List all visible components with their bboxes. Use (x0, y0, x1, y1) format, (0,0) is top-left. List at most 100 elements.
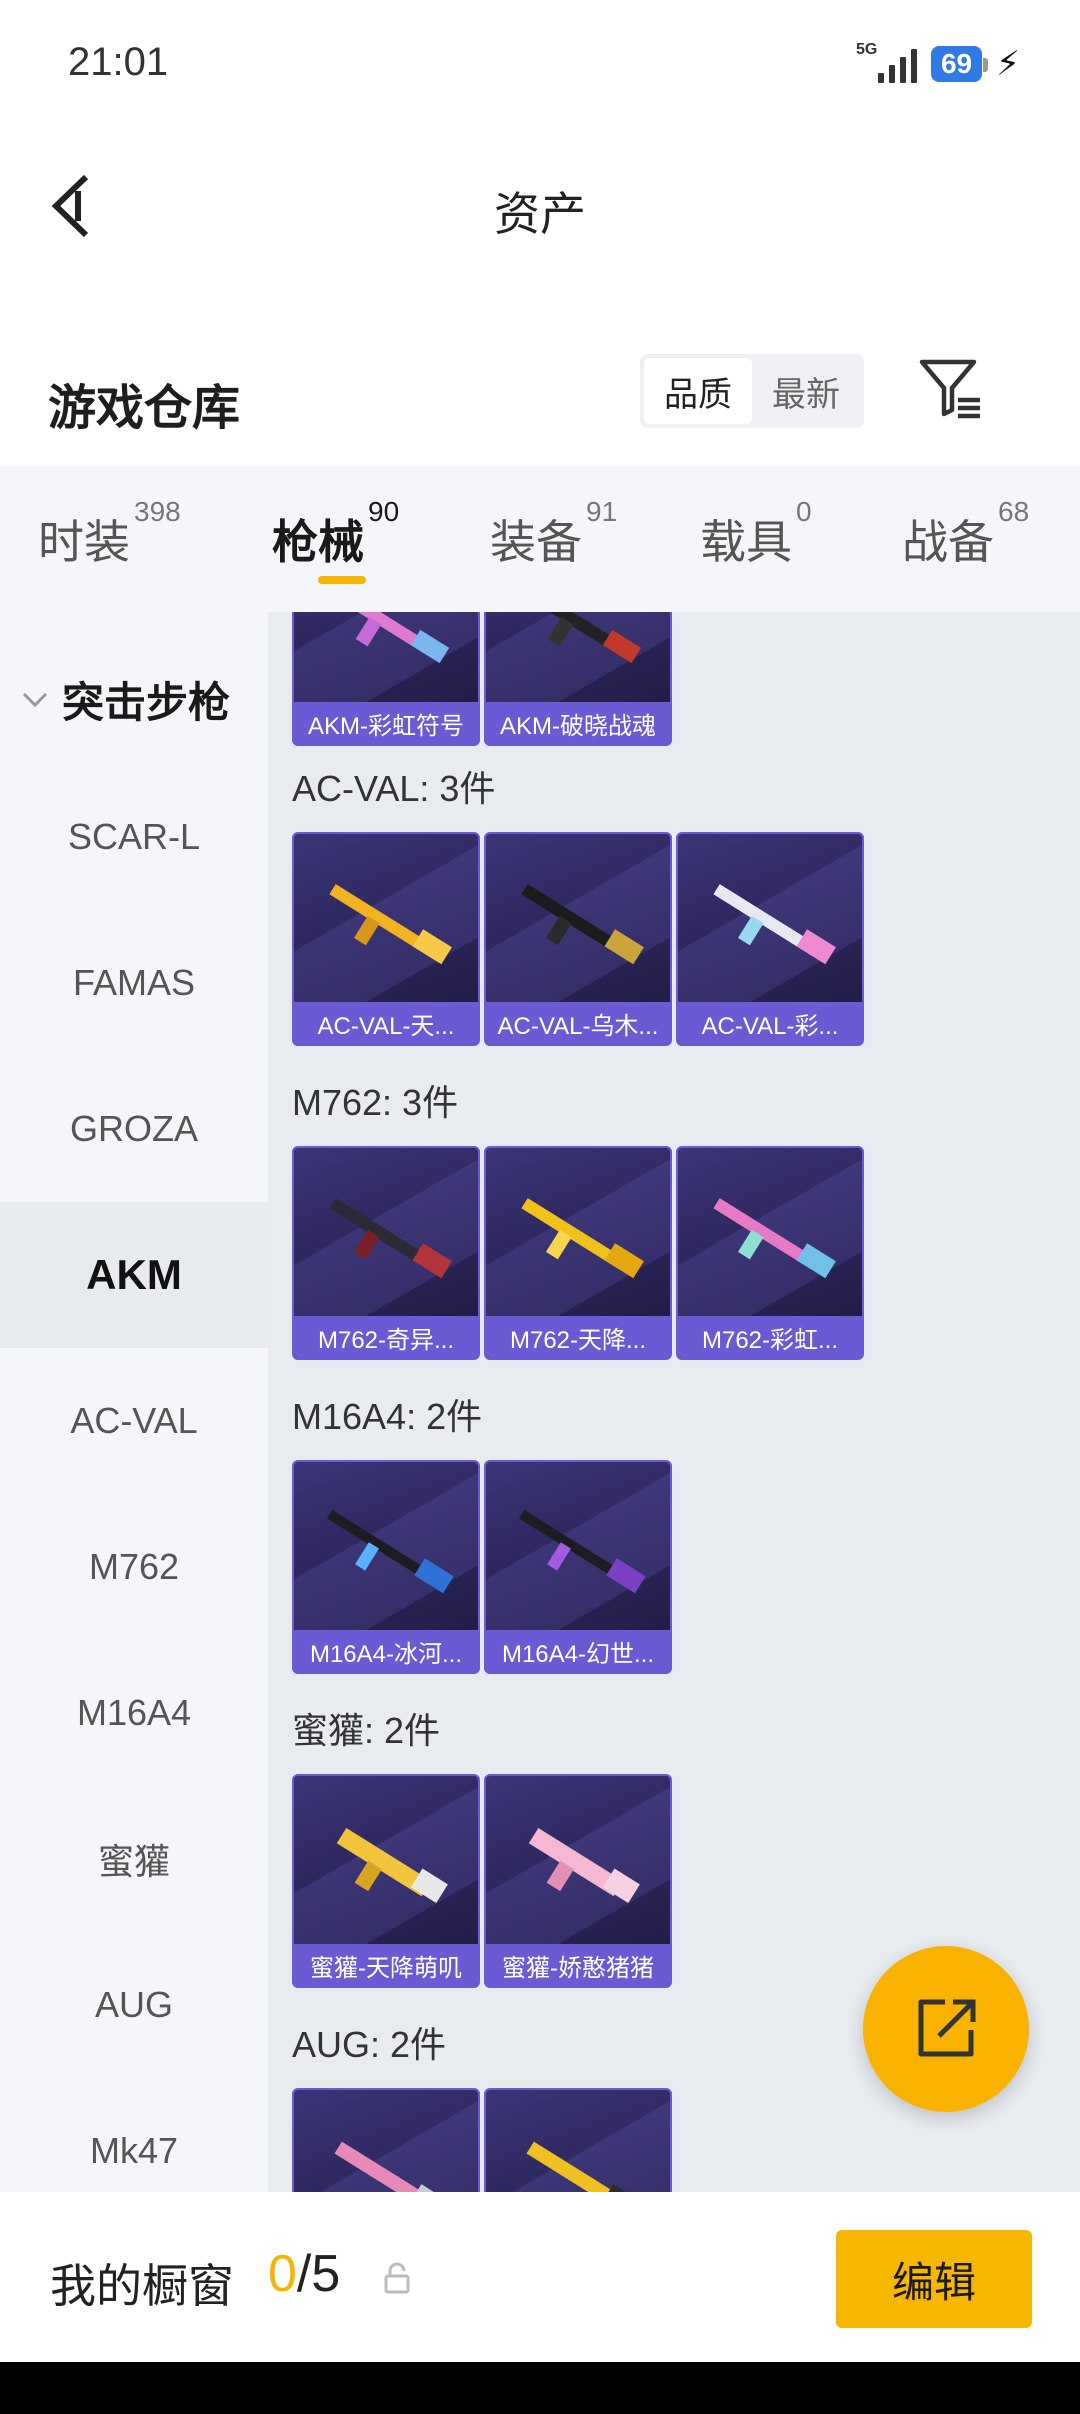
weapon-card-label: AC-VAL-天... (294, 1002, 478, 1044)
rifle-icon (713, 884, 836, 965)
filter-button[interactable] (916, 354, 986, 424)
sidebar-item-ac-val[interactable]: AC-VAL (0, 1348, 268, 1494)
network-type: 5G (855, 41, 878, 58)
weapon-card[interactable]: AC-VAL-天... (292, 832, 480, 1046)
header: 资产 (0, 130, 1080, 280)
charging-icon: ⚡ (996, 45, 1020, 83)
edit-button[interactable]: 编辑 (836, 2230, 1032, 2328)
sort-toggle: 品质 最新 (640, 354, 864, 428)
weapon-card[interactable]: M762-天降... (484, 1146, 672, 1360)
tab-fashion[interactable]: 时装398 (38, 496, 181, 572)
tab-count: 0 (796, 496, 812, 527)
tab-weapons[interactable]: 枪械90 (272, 496, 399, 572)
weapon-card-label: AC-VAL-彩... (678, 1002, 862, 1044)
showcase-label: 我的橱窗 (50, 2260, 234, 2312)
status-icons: 5G 69 ⚡ (856, 41, 1020, 84)
weapon-card[interactable] (484, 2088, 672, 2192)
sidebar-item-honey-badger[interactable]: 蜜獾 (0, 1786, 268, 1932)
weapon-card-label: M16A4-幻世... (486, 1630, 670, 1672)
sidebar-item-akm[interactable]: AKM (0, 1202, 268, 1348)
rifle-icon (528, 1827, 640, 1904)
lock-icon (384, 2262, 410, 2294)
weapon-card[interactable]: 蜜獾-娇憨猪猪 (484, 1774, 672, 1988)
tab-count: 398 (134, 496, 181, 527)
rifle-icon (334, 612, 450, 664)
sidebar-item-famas[interactable]: FAMAS (0, 910, 268, 1056)
group-title-m16a4: M16A4: 2件 (292, 1396, 483, 1437)
battery-icon: 69 (930, 46, 989, 82)
weapon-card-label: M16A4-冰河... (294, 1630, 478, 1672)
weapon-sidebar: 突击步枪 SCAR-L FAMAS GROZA AKM AC-VAL M762 … (0, 612, 268, 2192)
showcase-bar: 我的橱窗 0/5 编辑 (0, 2192, 1080, 2362)
tab-count: 91 (586, 496, 618, 527)
tab-vehicles[interactable]: 载具0 (700, 496, 812, 572)
group-title-aug: AUG: 2件 (292, 2024, 447, 2065)
sidebar-group-label: 突击步枪 (62, 678, 231, 726)
rifle-icon (336, 1827, 448, 1904)
rifle-icon (521, 1198, 644, 1279)
weapon-card-label: AKM-破晓战魂 (486, 702, 670, 744)
share-button[interactable] (863, 1946, 1029, 2112)
group-title-ac-val: AC-VAL: 3件 (292, 768, 496, 809)
weapon-card[interactable]: M16A4-幻世... (484, 1460, 672, 1674)
weapon-card-label: AKM-彩虹符号 (294, 702, 478, 744)
tab-label: 战备 (902, 516, 994, 568)
tab-label: 载具 (700, 516, 792, 568)
weapon-card[interactable]: M762-彩虹... (676, 1146, 864, 1360)
showcase-total: /5 (296, 2245, 341, 2303)
tab-label: 装备 (490, 516, 582, 568)
weapon-card-label: AC-VAL-乌木... (486, 1002, 670, 1044)
group-title-m762: M762: 3件 (292, 1082, 459, 1123)
tab-equipment[interactable]: 装备91 (490, 496, 617, 572)
showcase-count: 0/5 (268, 2244, 340, 2304)
rifle-icon (713, 1198, 836, 1279)
sidebar-item-aug[interactable]: AUG (0, 1932, 268, 2078)
tab-label: 枪械 (272, 516, 364, 568)
rifle-icon (526, 2141, 643, 2192)
tab-supplies[interactable]: 战备68 (902, 496, 1029, 572)
weapon-card-label: 蜜獾-娇憨猪猪 (486, 1944, 670, 1986)
warehouse-title: 游戏仓库 (48, 382, 241, 435)
status-time: 21:01 (68, 40, 169, 84)
sidebar-item-scar-l[interactable]: SCAR-L (0, 764, 268, 910)
filter-icon (919, 359, 980, 419)
tab-label: 时装 (38, 516, 130, 568)
weapon-card-label: M762-彩虹... (678, 1316, 862, 1358)
signal-icon: 5G (856, 41, 917, 83)
weapon-card[interactable]: AC-VAL-乌木... (484, 832, 672, 1046)
weapon-card[interactable]: M762-奇异... (292, 1146, 480, 1360)
sidebar-group-assault-rifles[interactable]: 突击步枪 (0, 654, 268, 744)
sidebar-item-m16a4[interactable]: M16A4 (0, 1640, 268, 1786)
rifle-icon (521, 884, 644, 965)
weapon-card-label: M762-天降... (486, 1316, 670, 1358)
group-title-honey-badger: 蜜獾: 2件 (292, 1710, 441, 1751)
rifle-icon (334, 2141, 451, 2192)
weapon-card[interactable]: 蜜獾-天降萌叽 (292, 1774, 480, 1988)
page-title: 资产 (494, 188, 586, 240)
sort-newest-button[interactable]: 最新 (752, 358, 860, 424)
showcase-used: 0 (268, 2245, 297, 2303)
status-bar: 21:01 5G 69 ⚡ (0, 0, 1080, 130)
sidebar-item-groza[interactable]: GROZA (0, 1056, 268, 1202)
active-tab-indicator (318, 576, 366, 584)
rifle-icon (329, 884, 452, 965)
weapon-card-label: 蜜獾-天降萌叽 (294, 1944, 478, 1986)
tab-count: 90 (368, 496, 400, 527)
chevron-down-icon (22, 692, 48, 708)
weapon-card[interactable]: AKM-破晓战魂 (484, 612, 672, 746)
weapon-card[interactable] (292, 2088, 480, 2192)
system-nav-strip (0, 2362, 1080, 2414)
weapon-card[interactable]: AKM-彩虹符号 (292, 612, 480, 746)
category-tabs: 时装398 枪械90 装备91 载具0 战备68 (0, 466, 1080, 612)
weapon-card[interactable]: M16A4-冰河... (292, 1460, 480, 1674)
tab-count: 68 (998, 496, 1030, 527)
rifle-icon (526, 612, 642, 664)
rifle-icon (519, 1509, 646, 1594)
app-screen: 21:01 5G 69 ⚡ 资产 游戏仓库 品质 最新 时装398 枪械90 装… (0, 0, 1080, 2362)
sidebar-item-mk47[interactable]: Mk47 (0, 2078, 268, 2192)
rifle-icon (327, 1509, 454, 1594)
weapon-card[interactable]: AC-VAL-彩... (676, 832, 864, 1046)
sort-quality-button[interactable]: 品质 (644, 358, 752, 424)
sidebar-item-m762[interactable]: M762 (0, 1494, 268, 1640)
share-icon (918, 1999, 976, 2057)
